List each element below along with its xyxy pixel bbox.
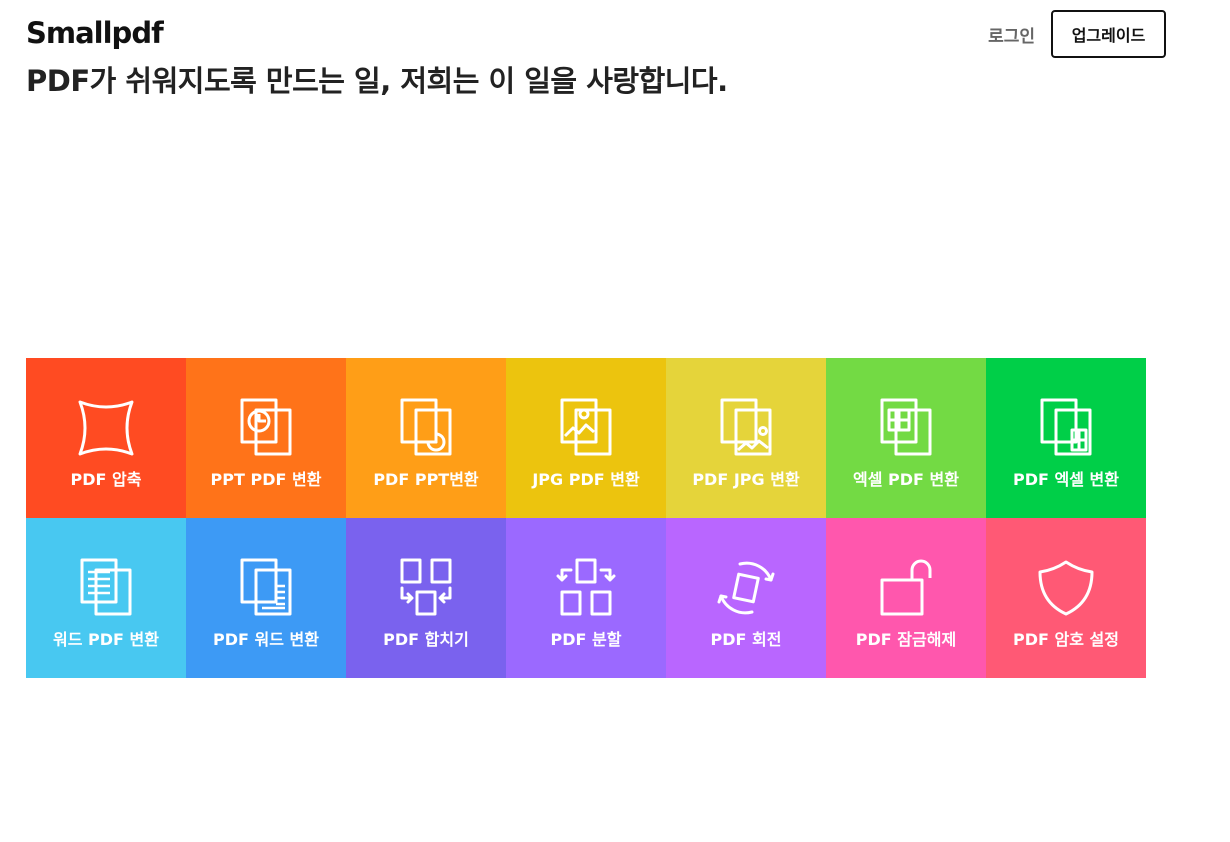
ppt-to-pdf-icon: [236, 398, 296, 458]
tool-label: PDF 합치기: [383, 630, 469, 649]
tool-pdf-to-excel[interactable]: PDF 엑셀 변환: [986, 358, 1146, 518]
login-link[interactable]: 로그인: [988, 22, 1035, 47]
tool-label: PDF JPG 변환: [692, 470, 800, 489]
tool-label: PDF 회전: [710, 630, 782, 649]
tool-unlock-pdf[interactable]: PDF 잠금해제: [826, 518, 986, 678]
tool-excel-to-pdf[interactable]: 엑셀 PDF 변환: [826, 358, 986, 518]
tool-label: PDF 암호 설정: [1013, 630, 1119, 649]
pdf-to-ppt-icon: [396, 398, 456, 458]
top-actions: 로그인 업그레이드: [988, 10, 1166, 58]
tool-pdf-to-jpg[interactable]: PDF JPG 변환: [666, 358, 826, 518]
page-tagline: PDF가 쉬워지도록 만드는 일, 저희는 이 일을 사랑합니다.: [26, 64, 728, 98]
smallpdf-logo[interactable]: Smallpdf: [26, 14, 728, 52]
pdf-to-jpg-icon: [716, 398, 776, 458]
tool-pdf-to-ppt[interactable]: PDF PPT변환: [346, 358, 506, 518]
tool-word-to-pdf[interactable]: 워드 PDF 변환: [26, 518, 186, 678]
tool-label: PPT PDF 변환: [210, 470, 322, 489]
tool-label: JPG PDF 변환: [532, 470, 640, 489]
tool-ppt-to-pdf[interactable]: PPT PDF 변환: [186, 358, 346, 518]
unlock-icon: [876, 558, 936, 618]
tool-merge-pdf[interactable]: PDF 합치기: [346, 518, 506, 678]
tool-compress-pdf[interactable]: PDF 압축: [26, 358, 186, 518]
upgrade-button[interactable]: 업그레이드: [1051, 10, 1166, 58]
tool-split-pdf[interactable]: PDF 분할: [506, 518, 666, 678]
word-to-pdf-icon: [76, 558, 136, 618]
tool-jpg-to-pdf[interactable]: JPG PDF 변환: [506, 358, 666, 518]
pdf-to-word-icon: [236, 558, 296, 618]
split-icon: [556, 558, 616, 618]
tool-protect-pdf[interactable]: PDF 암호 설정: [986, 518, 1146, 678]
tool-label: PDF 잠금해제: [855, 630, 957, 649]
tool-label: PDF 엑셀 변환: [1013, 470, 1119, 489]
tool-label: 엑셀 PDF 변환: [853, 470, 959, 489]
tool-label: PDF PPT변환: [373, 470, 479, 489]
merge-icon: [396, 558, 456, 618]
tools-grid: PDF 압축 PPT PDF 변환 PDF PPT변환 JPG PDF 변환 P…: [26, 358, 1146, 678]
rotate-icon: [716, 558, 776, 618]
jpg-to-pdf-icon: [556, 398, 616, 458]
tool-label: PDF 분할: [550, 630, 622, 649]
protect-icon: [1036, 558, 1096, 618]
tool-pdf-to-word[interactable]: PDF 워드 변환: [186, 518, 346, 678]
tool-label: 워드 PDF 변환: [53, 630, 159, 649]
tool-rotate-pdf[interactable]: PDF 회전: [666, 518, 826, 678]
pdf-to-excel-icon: [1036, 398, 1096, 458]
tool-label: PDF 워드 변환: [213, 630, 319, 649]
header: Smallpdf PDF가 쉬워지도록 만드는 일, 저희는 이 일을 사랑합니…: [26, 14, 728, 101]
compress-icon: [76, 398, 136, 458]
excel-to-pdf-icon: [876, 398, 936, 458]
tool-label: PDF 압축: [70, 470, 142, 489]
